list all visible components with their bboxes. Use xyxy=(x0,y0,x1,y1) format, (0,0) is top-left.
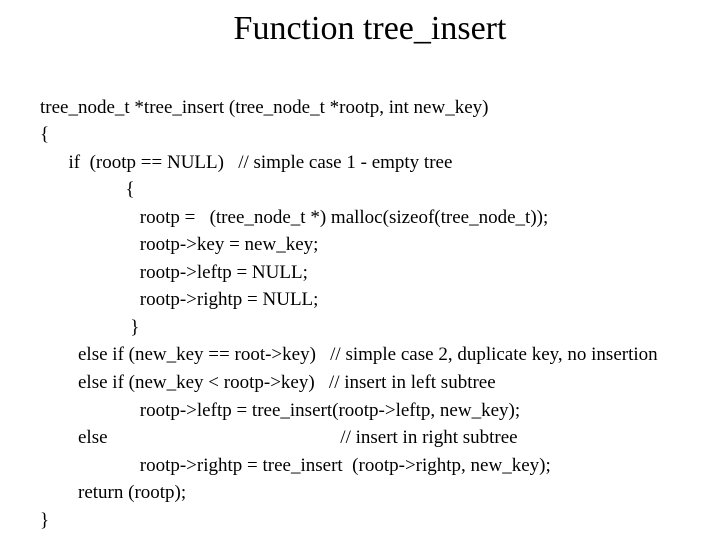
code-line: else if (new_key < rootp->key) // insert… xyxy=(40,372,496,393)
slide: Function tree_insert tree_node_t *tree_i… xyxy=(0,0,720,540)
code-line: else if (new_key == root->key) // simple… xyxy=(40,344,658,365)
code-line: { xyxy=(40,124,49,145)
code-line: else // insert in right subtree xyxy=(40,427,518,448)
code-line: rootp->leftp = tree_insert(rootp->leftp,… xyxy=(40,400,520,421)
code-line: rootp->rightp = tree_insert (rootp->righ… xyxy=(40,455,551,476)
code-line: } xyxy=(40,317,139,338)
code-line: { xyxy=(40,179,135,200)
code-line: rootp->rightp = NULL; xyxy=(40,289,318,310)
code-block: tree_node_t *tree_insert (tree_node_t *r… xyxy=(40,66,700,534)
code-line: rootp = (tree_node_t *) malloc(sizeof(tr… xyxy=(40,207,548,228)
code-line: if (rootp == NULL) // simple case 1 - em… xyxy=(40,152,452,173)
code-line: tree_node_t *tree_insert (tree_node_t *r… xyxy=(40,97,488,118)
slide-title: Function tree_insert xyxy=(40,10,700,48)
code-line: rootp->leftp = NULL; xyxy=(40,262,308,283)
code-line: rootp->key = new_key; xyxy=(40,234,318,255)
code-line: } xyxy=(40,510,49,531)
code-line: return (rootp); xyxy=(40,482,186,503)
